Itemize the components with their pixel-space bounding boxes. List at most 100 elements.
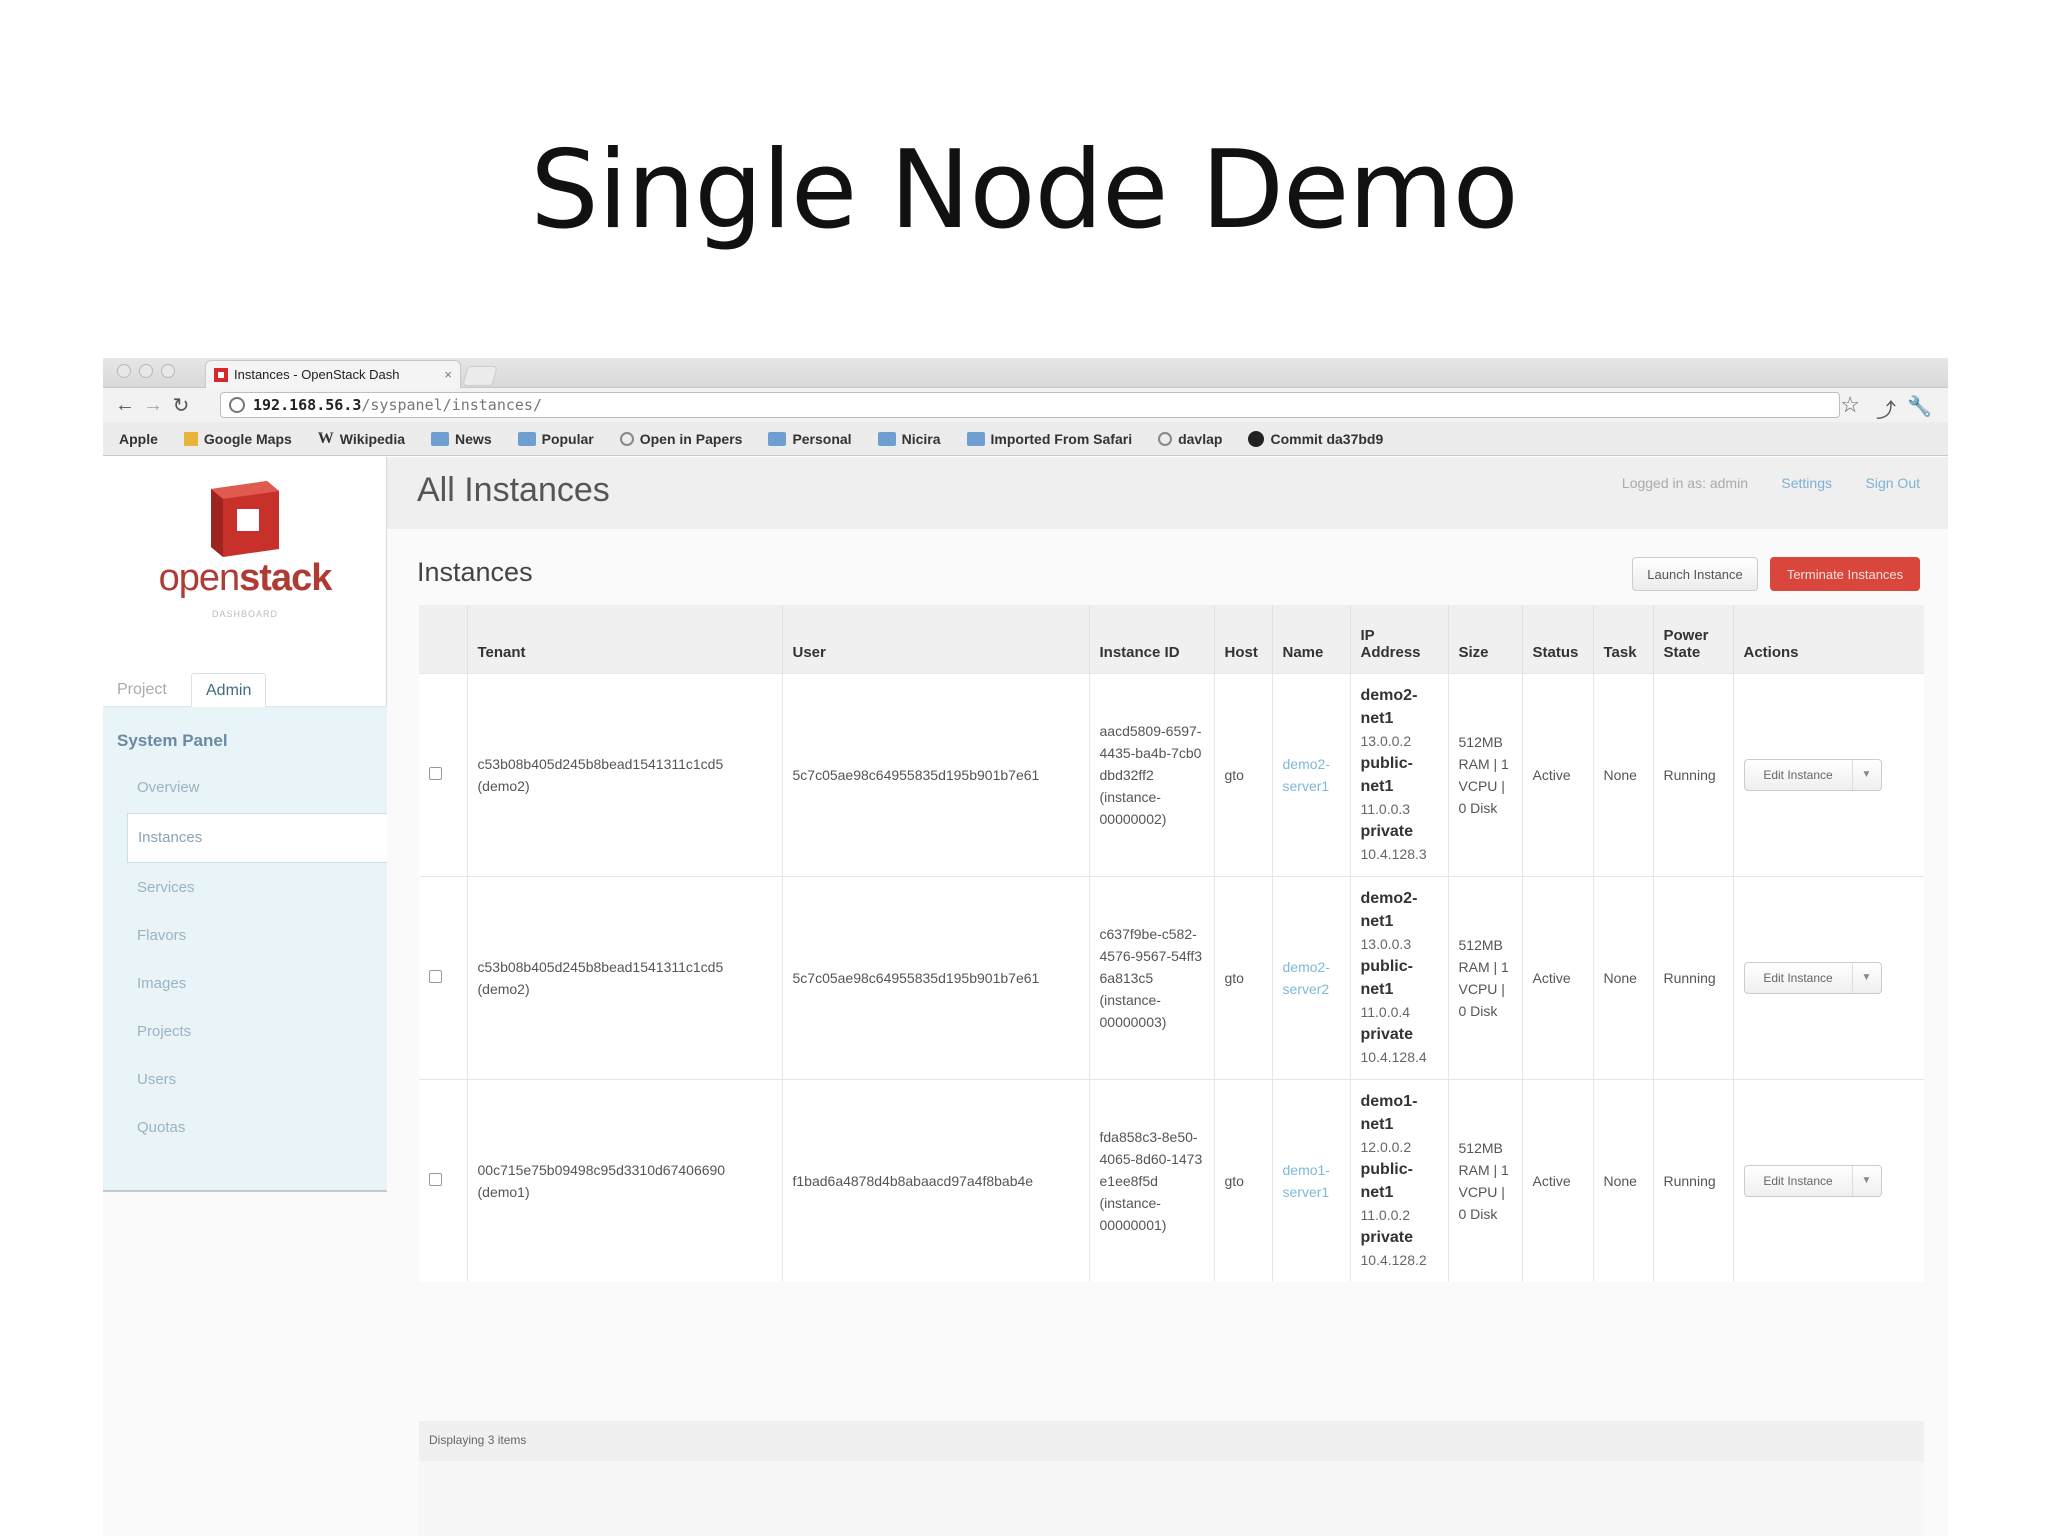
instances-heading: Instances: [417, 557, 533, 587]
terminate-instances-button[interactable]: Terminate Instances: [1770, 557, 1920, 591]
bookmark-open-in-papers[interactable]: Open in Papers: [619, 430, 743, 447]
column-header[interactable]: IP Address: [1349, 605, 1448, 673]
column-header: Actions: [1732, 605, 1924, 673]
instance-name-link[interactable]: demo2-server2: [1283, 959, 1330, 997]
table-footer: Displaying 3 items: [419, 1421, 1924, 1461]
network-name: public-net1: [1360, 755, 1413, 795]
zoom-window-button[interactable]: [161, 364, 175, 378]
network-name: private: [1360, 1026, 1413, 1043]
chevron-down-icon[interactable]: ▼: [1853, 967, 1881, 989]
row-checkbox[interactable]: [429, 766, 442, 780]
chevron-down-icon[interactable]: ▼: [1853, 1170, 1881, 1192]
close-icon[interactable]: ×: [444, 367, 452, 382]
bookmark-nicira[interactable]: Nicira: [877, 431, 941, 447]
forward-icon[interactable]: →: [139, 394, 167, 417]
sidebar-item-images[interactable]: Images: [137, 975, 186, 992]
new-tab-button[interactable]: [462, 366, 498, 386]
task-cell: None: [1592, 875, 1653, 1079]
bookmark-popular[interactable]: Popular: [517, 430, 594, 447]
sidebar-item-services[interactable]: Services: [137, 879, 195, 896]
ip-address-cell: demo2-net1 13.0.0.2 public-net1 11.0.0.3 p…: [1349, 672, 1448, 876]
host-cell: gto: [1213, 672, 1272, 876]
bookmark-label: Imported From Safari: [990, 430, 1133, 447]
sign-out-link[interactable]: Sign Out: [1866, 475, 1920, 491]
sidebar-item-quotas[interactable]: Quotas: [137, 1119, 185, 1136]
wrench-icon[interactable]: 🔧: [1907, 394, 1932, 419]
column-header[interactable]: Tenant: [466, 605, 782, 673]
instance-name-link[interactable]: demo1-server1: [1283, 1162, 1330, 1200]
bookmark-star-icon[interactable]: ☆: [1840, 392, 1860, 418]
column-header[interactable]: Instance ID: [1088, 605, 1214, 673]
sidebar-item-projects[interactable]: Projects: [137, 1023, 191, 1040]
instance-id-cell: c637f9be-c582-4576-9567-54ff36a813c5 (ins…: [1088, 875, 1214, 1079]
row-checkbox[interactable]: [429, 969, 442, 983]
dashboard-tabs: Project Admin: [103, 669, 387, 707]
instance-id-cell: aacd5809-6597-4435-ba4b-7cb0dbd32ff2 (ins…: [1088, 672, 1214, 876]
reload-icon[interactable]: ↻: [167, 393, 195, 418]
dashboard-page: openstack DASHBOARD Project Admin System…: [103, 457, 1948, 1536]
bookmarks-bar: Apple Google Maps W Wikipedia News Popula…: [103, 422, 1948, 456]
sidebar-item-instances[interactable]: Instances: [127, 813, 387, 863]
page-info-icon[interactable]: [229, 397, 245, 413]
sidebar: openstack DASHBOARD Project Admin System…: [103, 457, 387, 1192]
bookmark-label: Open in Papers: [639, 430, 743, 447]
edit-instance-button[interactable]: Edit Instance ▼: [1743, 961, 1882, 994]
power-state-cell: Running: [1652, 1078, 1733, 1282]
user-cell: 5c7c05ae98c64955835d195b901b7e61: [781, 672, 1089, 876]
bookmark-google-maps[interactable]: Google Maps: [183, 431, 292, 447]
bookmark-news[interactable]: News: [431, 431, 492, 447]
status-cell: Active: [1521, 875, 1593, 1079]
column-header[interactable]: Size: [1447, 605, 1522, 673]
folder-icon: [517, 431, 536, 446]
network-name: private: [1360, 823, 1413, 840]
bookmark-label: davlap: [1178, 430, 1223, 447]
bookmark-label: Wikipedia: [339, 430, 406, 447]
page-title: All Instances: [417, 471, 610, 509]
status-cell: Active: [1521, 672, 1593, 876]
sidebar-item-users[interactable]: Users: [137, 1071, 176, 1088]
network-name: public-net1: [1360, 1161, 1413, 1202]
browser-tab[interactable]: Instances - OpenStack Dash ×: [205, 360, 461, 388]
bookmark-apple[interactable]: Apple: [113, 431, 158, 447]
folder-icon: [768, 431, 787, 446]
network-name: private: [1360, 1229, 1413, 1247]
column-header[interactable]: Host: [1213, 605, 1272, 673]
column-header[interactable]: Name: [1271, 605, 1350, 673]
ip-address: 10.4.128.2: [1360, 1252, 1427, 1269]
edit-instance-button[interactable]: Edit Instance ▼: [1743, 1164, 1882, 1197]
ip-address: 12.0.0.2: [1360, 1139, 1412, 1156]
actions-cell: Edit Instance ▼: [1732, 672, 1924, 876]
column-header[interactable]: Task: [1592, 605, 1653, 673]
bookmark-wikipedia[interactable]: W Wikipedia: [318, 430, 405, 448]
page-menu-icon[interactable]: ⤴: [1876, 394, 1896, 423]
address-bar[interactable]: 192.168.56.3 /syspanel/instances/: [220, 392, 1840, 418]
bookmark-personal[interactable]: Personal: [768, 431, 852, 447]
edit-instance-button[interactable]: Edit Instance ▼: [1743, 758, 1882, 791]
bookmark-imported-from-safari[interactable]: Imported From Safari: [966, 430, 1133, 447]
settings-link[interactable]: Settings: [1781, 475, 1832, 491]
bookmark-label: Apple: [119, 430, 158, 447]
launch-instance-button[interactable]: Launch Instance: [1632, 557, 1758, 591]
ip-address: 11.0.0.2: [1360, 1207, 1411, 1224]
instance-name-link[interactable]: demo2-server1: [1283, 756, 1330, 794]
row-checkbox[interactable]: [429, 1172, 442, 1186]
column-header[interactable]: User: [781, 605, 1089, 673]
column-header[interactable]: Power State: [1652, 605, 1733, 673]
column-header[interactable]: Status: [1521, 605, 1593, 673]
ip-address: 13.0.0.2: [1360, 733, 1412, 749]
bookmark-davlap[interactable]: davlap: [1158, 431, 1222, 447]
instance-id: aacd5809-6597-4435-ba4b-7cb0dbd32ff2: [1099, 722, 1202, 783]
network-name: demo2-net1: [1360, 890, 1418, 930]
tab-project[interactable]: Project: [103, 673, 181, 707]
close-window-button[interactable]: [117, 364, 131, 378]
back-icon[interactable]: ←: [111, 394, 139, 417]
sidebar-item-overview[interactable]: Overview: [137, 779, 200, 796]
tab-admin[interactable]: Admin: [191, 673, 267, 707]
minimize-window-button[interactable]: [139, 364, 153, 378]
bookmark-label: Popular: [541, 430, 594, 447]
chevron-down-icon[interactable]: ▼: [1853, 764, 1881, 786]
bookmark-commit[interactable]: Commit da37bd9: [1248, 430, 1383, 447]
ip-address: 10.4.128.4: [1360, 1049, 1427, 1065]
table-header-row: Tenant User Instance ID Host Name IP Add…: [419, 605, 1924, 673]
sidebar-item-flavors[interactable]: Flavors: [137, 927, 186, 944]
